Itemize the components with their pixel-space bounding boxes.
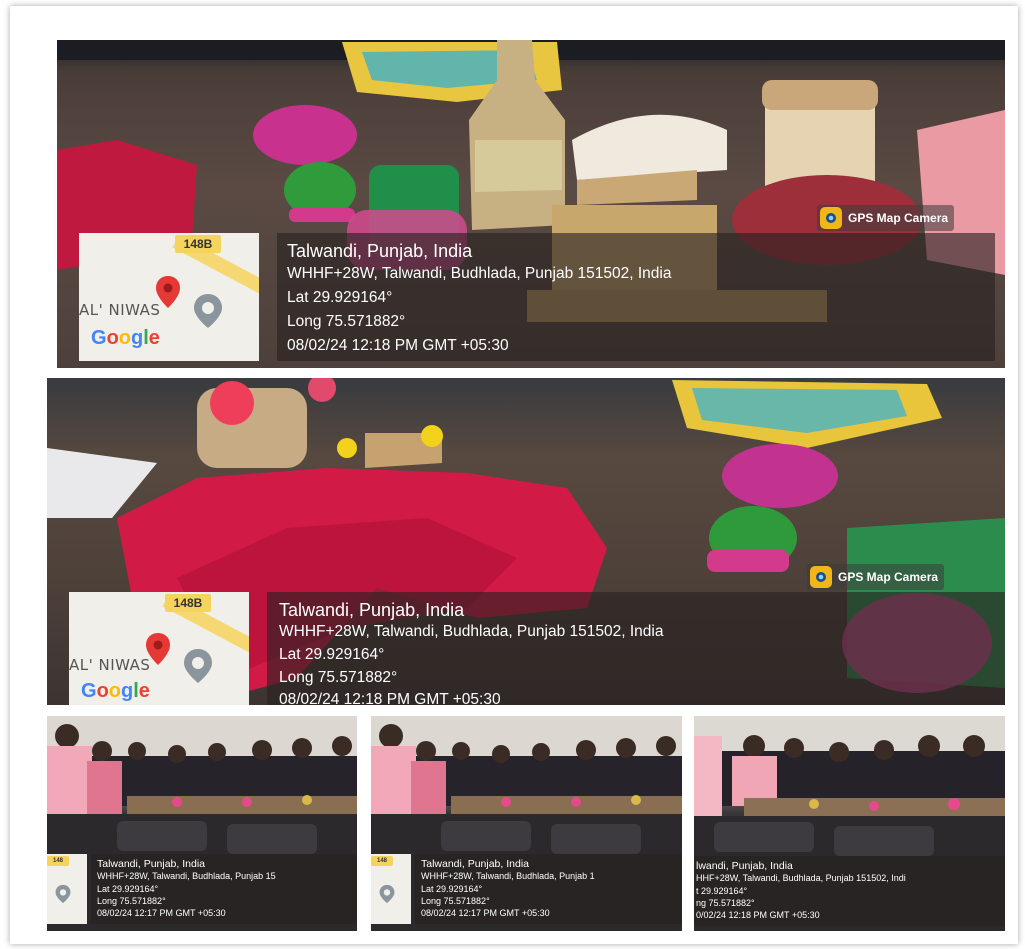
location-title: Talwandi, Punjab, India	[421, 858, 529, 870]
map-place-label: AL' NIWAS	[69, 656, 151, 674]
gps-camera-badge: GPS Map Camera	[807, 564, 945, 590]
map-road-number: 148	[371, 856, 393, 866]
longitude-line: Long 75.571882°	[97, 896, 166, 906]
photo-craft-display-1: GPS Map Camera 148B AL' NIWAS Google Tal…	[57, 40, 1005, 368]
longitude-line: Long 75.571882°	[279, 669, 398, 686]
place-marker-icon	[184, 649, 212, 683]
photo-students-2: 148 Talwandi, Punjab, India WHHF+28W, Ta…	[371, 716, 682, 931]
location-title: Talwandi, Punjab, India	[279, 600, 465, 620]
map-thumbnail: 148	[371, 854, 411, 924]
gps-camera-badge: GPS Map Camera	[817, 205, 955, 231]
latitude-line: t 29.929164°	[696, 886, 748, 896]
address-line: WHHF+28W, Talwandi, Budhlada, Punjab 151…	[279, 623, 664, 640]
place-marker-icon	[55, 884, 71, 904]
place-marker-icon	[194, 294, 222, 328]
gps-info-box: Talwandi, Punjab, India WHHF+28W, Talwan…	[277, 233, 995, 361]
google-logo: Google	[81, 680, 150, 702]
camera-icon	[820, 207, 842, 229]
map-thumbnail: 148B AL' NIWAS Google	[69, 592, 249, 705]
location-title: Talwandi, Punjab, India	[287, 241, 473, 261]
gps-camera-label: GPS Map Camera	[838, 570, 939, 584]
latitude-line: Lat 29.929164°	[287, 289, 393, 306]
timestamp-line: 08/02/24 12:17 PM GMT +05:30	[421, 908, 550, 918]
place-marker-icon	[379, 884, 395, 904]
gps-info-box: Talwandi, Punjab, India WHHF+28W, Talwan…	[267, 592, 1005, 705]
gps-info-box: Talwandi, Punjab, India WHHF+28W, Talwan…	[91, 854, 357, 924]
photo-students-3: lwandi, Punjab, India HHF+28W, Talwandi,…	[694, 716, 1005, 931]
address-line: HHF+28W, Talwandi, Budhlada, Punjab 1515…	[696, 873, 906, 883]
latitude-line: Lat 29.929164°	[279, 646, 385, 663]
longitude-line: ng 75.571882°	[696, 898, 755, 908]
address-line: WHHF+28W, Talwandi, Budhlada, Punjab 1	[421, 871, 595, 881]
latitude-line: Lat 29.929164°	[97, 884, 159, 894]
photo-craft-display-2: GPS Map Camera 148B AL' NIWAS Google Tal…	[47, 378, 1005, 705]
timestamp-line: 08/02/24 12:17 PM GMT +05:30	[97, 908, 226, 918]
timestamp-line: 08/02/24 12:18 PM GMT +05:30	[279, 691, 501, 705]
gps-info-box: lwandi, Punjab, India HHF+28W, Talwandi,…	[694, 856, 1005, 926]
map-road-number: 148B	[165, 594, 211, 612]
gps-info-box: Talwandi, Punjab, India WHHF+28W, Talwan…	[415, 854, 682, 924]
longitude-line: Long 75.571882°	[287, 313, 406, 330]
location-title: Talwandi, Punjab, India	[97, 858, 205, 870]
photo-students-1: 148 Talwandi, Punjab, India WHHF+28W, Ta…	[47, 716, 357, 931]
map-thumbnail: 148	[47, 854, 87, 924]
map-place-label: AL' NIWAS	[79, 301, 161, 319]
map-thumbnail: 148B AL' NIWAS Google	[79, 233, 259, 361]
latitude-line: Lat 29.929164°	[421, 884, 483, 894]
timestamp-line: 0/02/24 12:18 PM GMT +05:30	[696, 910, 820, 920]
timestamp-line: 08/02/24 12:18 PM GMT +05:30	[287, 337, 509, 354]
address-line: WHHF+28W, Talwandi, Budhlada, Punjab 151…	[287, 265, 672, 282]
longitude-line: Long 75.571882°	[421, 896, 490, 906]
map-road-number: 148B	[175, 235, 221, 253]
location-title: lwandi, Punjab, India	[696, 860, 793, 872]
address-line: WHHF+28W, Talwandi, Budhlada, Punjab 15	[97, 871, 276, 881]
google-logo: Google	[91, 327, 160, 349]
camera-icon	[810, 566, 832, 588]
map-road-number: 148	[47, 856, 69, 866]
gps-camera-label: GPS Map Camera	[848, 211, 949, 225]
